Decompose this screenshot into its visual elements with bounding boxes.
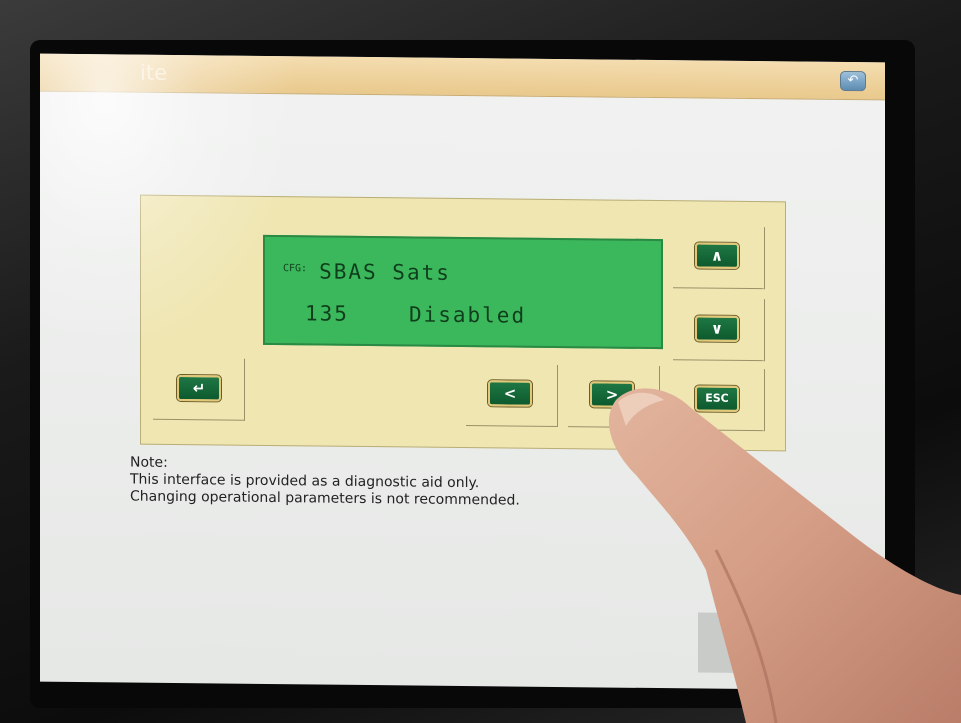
right-arrow-key[interactable]: > <box>590 381 634 408</box>
left-key-cell: < <box>466 364 558 428</box>
note-text: Note: This interface is provided as a di… <box>130 455 520 510</box>
partial-bottom-button[interactable] <box>698 612 738 673</box>
touch-screen: ite ↶ CFG: SBAS Sats 135 Disabled ∧ ∨ ↵ < <box>40 53 885 691</box>
lcd-parameter-value: Disabled <box>408 302 527 328</box>
down-key-cell: ∨ <box>673 298 765 362</box>
enter-key-cell: ↵ <box>153 357 245 421</box>
lcd-line-2: 135 Disabled <box>305 301 526 327</box>
up-arrow-key[interactable]: ∧ <box>695 242 739 269</box>
lcd-display: CFG: SBAS Sats 135 Disabled <box>263 234 663 350</box>
lcd-parameter-name: SBAS Sats <box>319 259 451 285</box>
lcd-prefix: CFG: <box>283 263 308 275</box>
esc-key-cell: ESC <box>673 368 765 432</box>
window-title: ite <box>140 60 167 85</box>
enter-key[interactable]: ↵ <box>177 375 221 402</box>
note-line-2: Changing operational parameters is not r… <box>130 488 520 509</box>
esc-key[interactable]: ESC <box>695 385 739 412</box>
lcd-parameter-code: 135 <box>305 301 349 326</box>
back-button[interactable]: ↶ <box>840 70 866 92</box>
down-arrow-key[interactable]: ∨ <box>695 315 739 342</box>
lcd-line-1: CFG: SBAS Sats <box>283 259 451 285</box>
right-key-cell: > <box>568 365 660 429</box>
title-bar: ite ↶ <box>40 53 885 101</box>
keypad-panel: CFG: SBAS Sats 135 Disabled ∧ ∨ ↵ < > ESC <box>140 194 786 452</box>
up-key-cell: ∧ <box>673 226 765 290</box>
left-arrow-key[interactable]: < <box>488 380 532 407</box>
